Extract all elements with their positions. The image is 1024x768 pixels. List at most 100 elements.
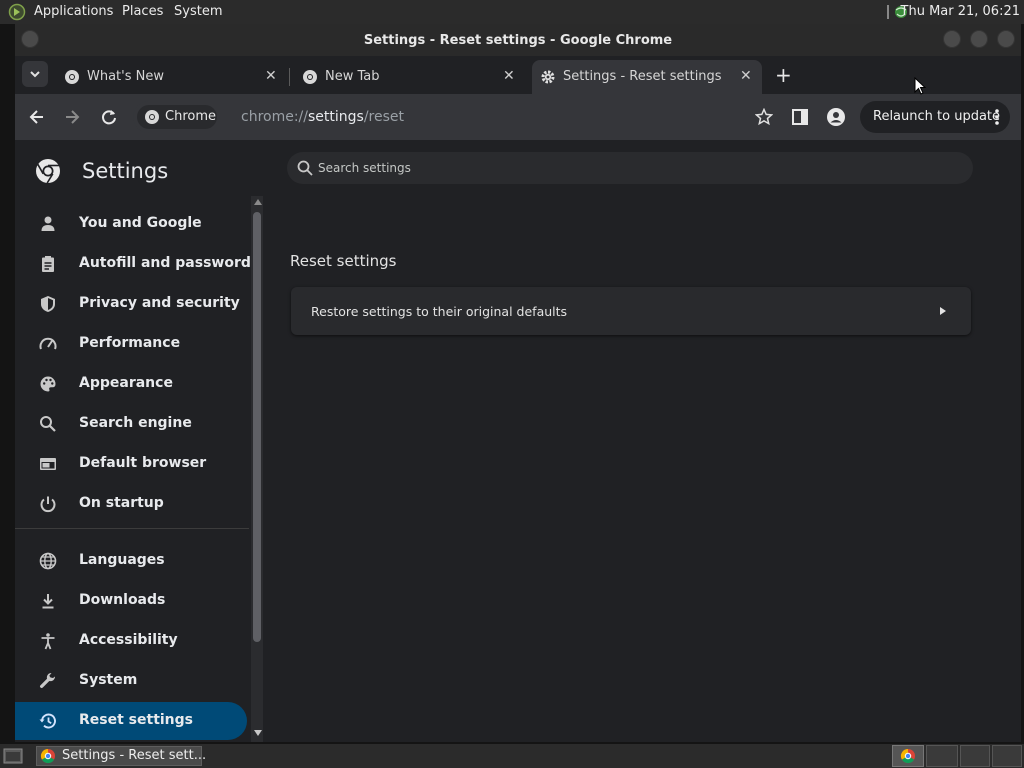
address-bar[interactable]: Chrome chrome://settings/reset [133,101,773,133]
relaunch-label: Relaunch to update [873,109,1001,124]
tab-new-tab[interactable]: New Tab ✕ [293,60,525,94]
new-tab-button[interactable]: + [775,63,792,87]
tab-search-button[interactable] [22,61,48,87]
sidebar-item-label: Languages [79,552,165,568]
menu-places[interactable]: Places [122,4,163,19]
chrome-icon [40,748,56,764]
menu-applications[interactable]: Applications [34,4,113,19]
person-icon [39,215,57,233]
desktop-taskbar: Settings - Reset sett... [0,744,1024,768]
clipboard-icon [39,255,57,273]
close-window-button[interactable] [997,30,1015,48]
workspace-2[interactable] [926,745,958,767]
workspace-3[interactable] [960,745,990,767]
sidebar-item-on-startup[interactable]: On startup [15,485,247,523]
sidebar-item-label: Search engine [79,415,192,431]
reload-button[interactable] [99,107,119,127]
globe-icon [39,552,57,570]
sidebar-item-accessibility[interactable]: Accessibility [15,622,247,660]
scroll-up-arrow-icon[interactable] [254,199,262,205]
workspace-4[interactable] [992,745,1022,767]
chevron-right-icon [940,307,946,315]
sidebar-item-label: Default browser [79,455,207,471]
tab-divider [289,68,290,86]
settings-page: Settings Search settings You and Google … [15,140,1021,742]
sidebar-item-downloads[interactable]: Downloads [15,582,247,620]
chrome-icon [900,748,915,764]
arrow-right-icon [66,110,80,124]
kebab-menu-icon[interactable] [994,108,1000,126]
menu-system[interactable]: System [174,4,222,19]
url-scheme: chrome:// [241,109,308,125]
close-icon[interactable]: ✕ [503,68,515,84]
shield-icon [39,295,57,313]
arrow-left-icon [29,110,43,124]
distro-logo-icon[interactable] [7,3,27,21]
url-text[interactable]: chrome://settings/reset [241,109,404,125]
sidebar-item-privacy[interactable]: Privacy and security [15,285,247,323]
sidebar-item-languages[interactable]: Languages [15,542,247,580]
workspace-switcher[interactable] [892,745,924,767]
profile-button[interactable] [827,108,845,126]
download-icon [39,592,57,610]
site-info-chip[interactable]: Chrome [137,105,217,129]
taskbar-item-label: Settings - Reset sett... [62,748,207,763]
close-icon[interactable]: ✕ [265,68,277,84]
show-desktop-icon[interactable] [3,747,23,765]
sidebar-item-label: Privacy and security [79,295,240,311]
clock[interactable]: Thu Mar 21, 06:21 [901,4,1020,19]
sidebar-scrollbar[interactable] [251,196,263,742]
scroll-down-arrow-icon[interactable] [254,730,262,736]
bookmark-star-icon[interactable] [755,108,773,126]
tab-label: What's New [87,69,164,84]
wrench-icon [39,672,57,690]
taskbar-chrome-window[interactable]: Settings - Reset sett... [36,746,206,766]
side-panel-button[interactable] [791,108,809,126]
sidebar-item-label: Downloads [79,592,166,608]
sidebar-item-autofill[interactable]: Autofill and passwords [15,245,259,283]
restore-defaults-row[interactable]: Restore settings to their original defau… [291,287,971,335]
search-placeholder: Search settings [318,161,411,175]
settings-sidebar: You and Google Autofill and passwords Pr… [15,140,263,742]
sidebar-divider [15,528,249,529]
power-icon [39,495,57,513]
sidebar-item-label: Accessibility [79,632,178,648]
accessibility-icon [39,632,57,650]
chrome-window: Settings - Reset settings - Google Chrom… [15,24,1021,742]
forward-button[interactable] [62,107,82,127]
sidebar-item-label: Autofill and passwords [79,255,260,271]
site-chip-label: Chrome [165,109,216,124]
back-button[interactable] [27,107,47,127]
close-icon[interactable]: ✕ [740,68,752,84]
search-settings-input[interactable]: Search settings [287,152,973,184]
tab-label: Settings - Reset settings [563,69,722,84]
browser-icon [39,455,57,473]
minimize-button[interactable] [943,30,961,48]
maximize-button[interactable] [970,30,988,48]
sidebar-item-search-engine[interactable]: Search engine [15,405,247,443]
window-titlebar[interactable]: Settings - Reset settings - Google Chrom… [15,24,1021,56]
browser-toolbar: Chrome chrome://settings/reset Relaunch … [15,94,1021,140]
gear-icon [540,69,556,85]
chevron-down-icon [30,71,40,78]
chrome-icon [144,109,160,125]
tab-whats-new[interactable]: What's New ✕ [55,60,287,94]
tab-label: New Tab [325,69,380,84]
restore-defaults-label: Restore settings to their original defau… [311,304,568,319]
search-icon [39,415,57,433]
sidebar-item-label: Appearance [79,375,173,391]
sidebar-item-system[interactable]: System [15,662,247,700]
scrollbar-thumb[interactable] [253,212,261,642]
sidebar-item-appearance[interactable]: Appearance [15,365,247,403]
url-host: settings [308,109,364,125]
tab-settings[interactable]: Settings - Reset settings ✕ [532,60,762,94]
person-icon [827,108,845,126]
sidebar-item-you-and-google[interactable]: You and Google [15,205,247,243]
window-title: Settings - Reset settings - Google Chrom… [363,33,673,48]
speedometer-icon [39,335,57,353]
sidebar-item-performance[interactable]: Performance [15,325,247,363]
reload-icon [102,110,116,125]
relaunch-to-update-button[interactable]: Relaunch to update [860,101,1010,133]
sidebar-item-default-browser[interactable]: Default browser [15,445,247,483]
sidebar-item-reset-settings[interactable]: Reset settings [15,702,247,740]
